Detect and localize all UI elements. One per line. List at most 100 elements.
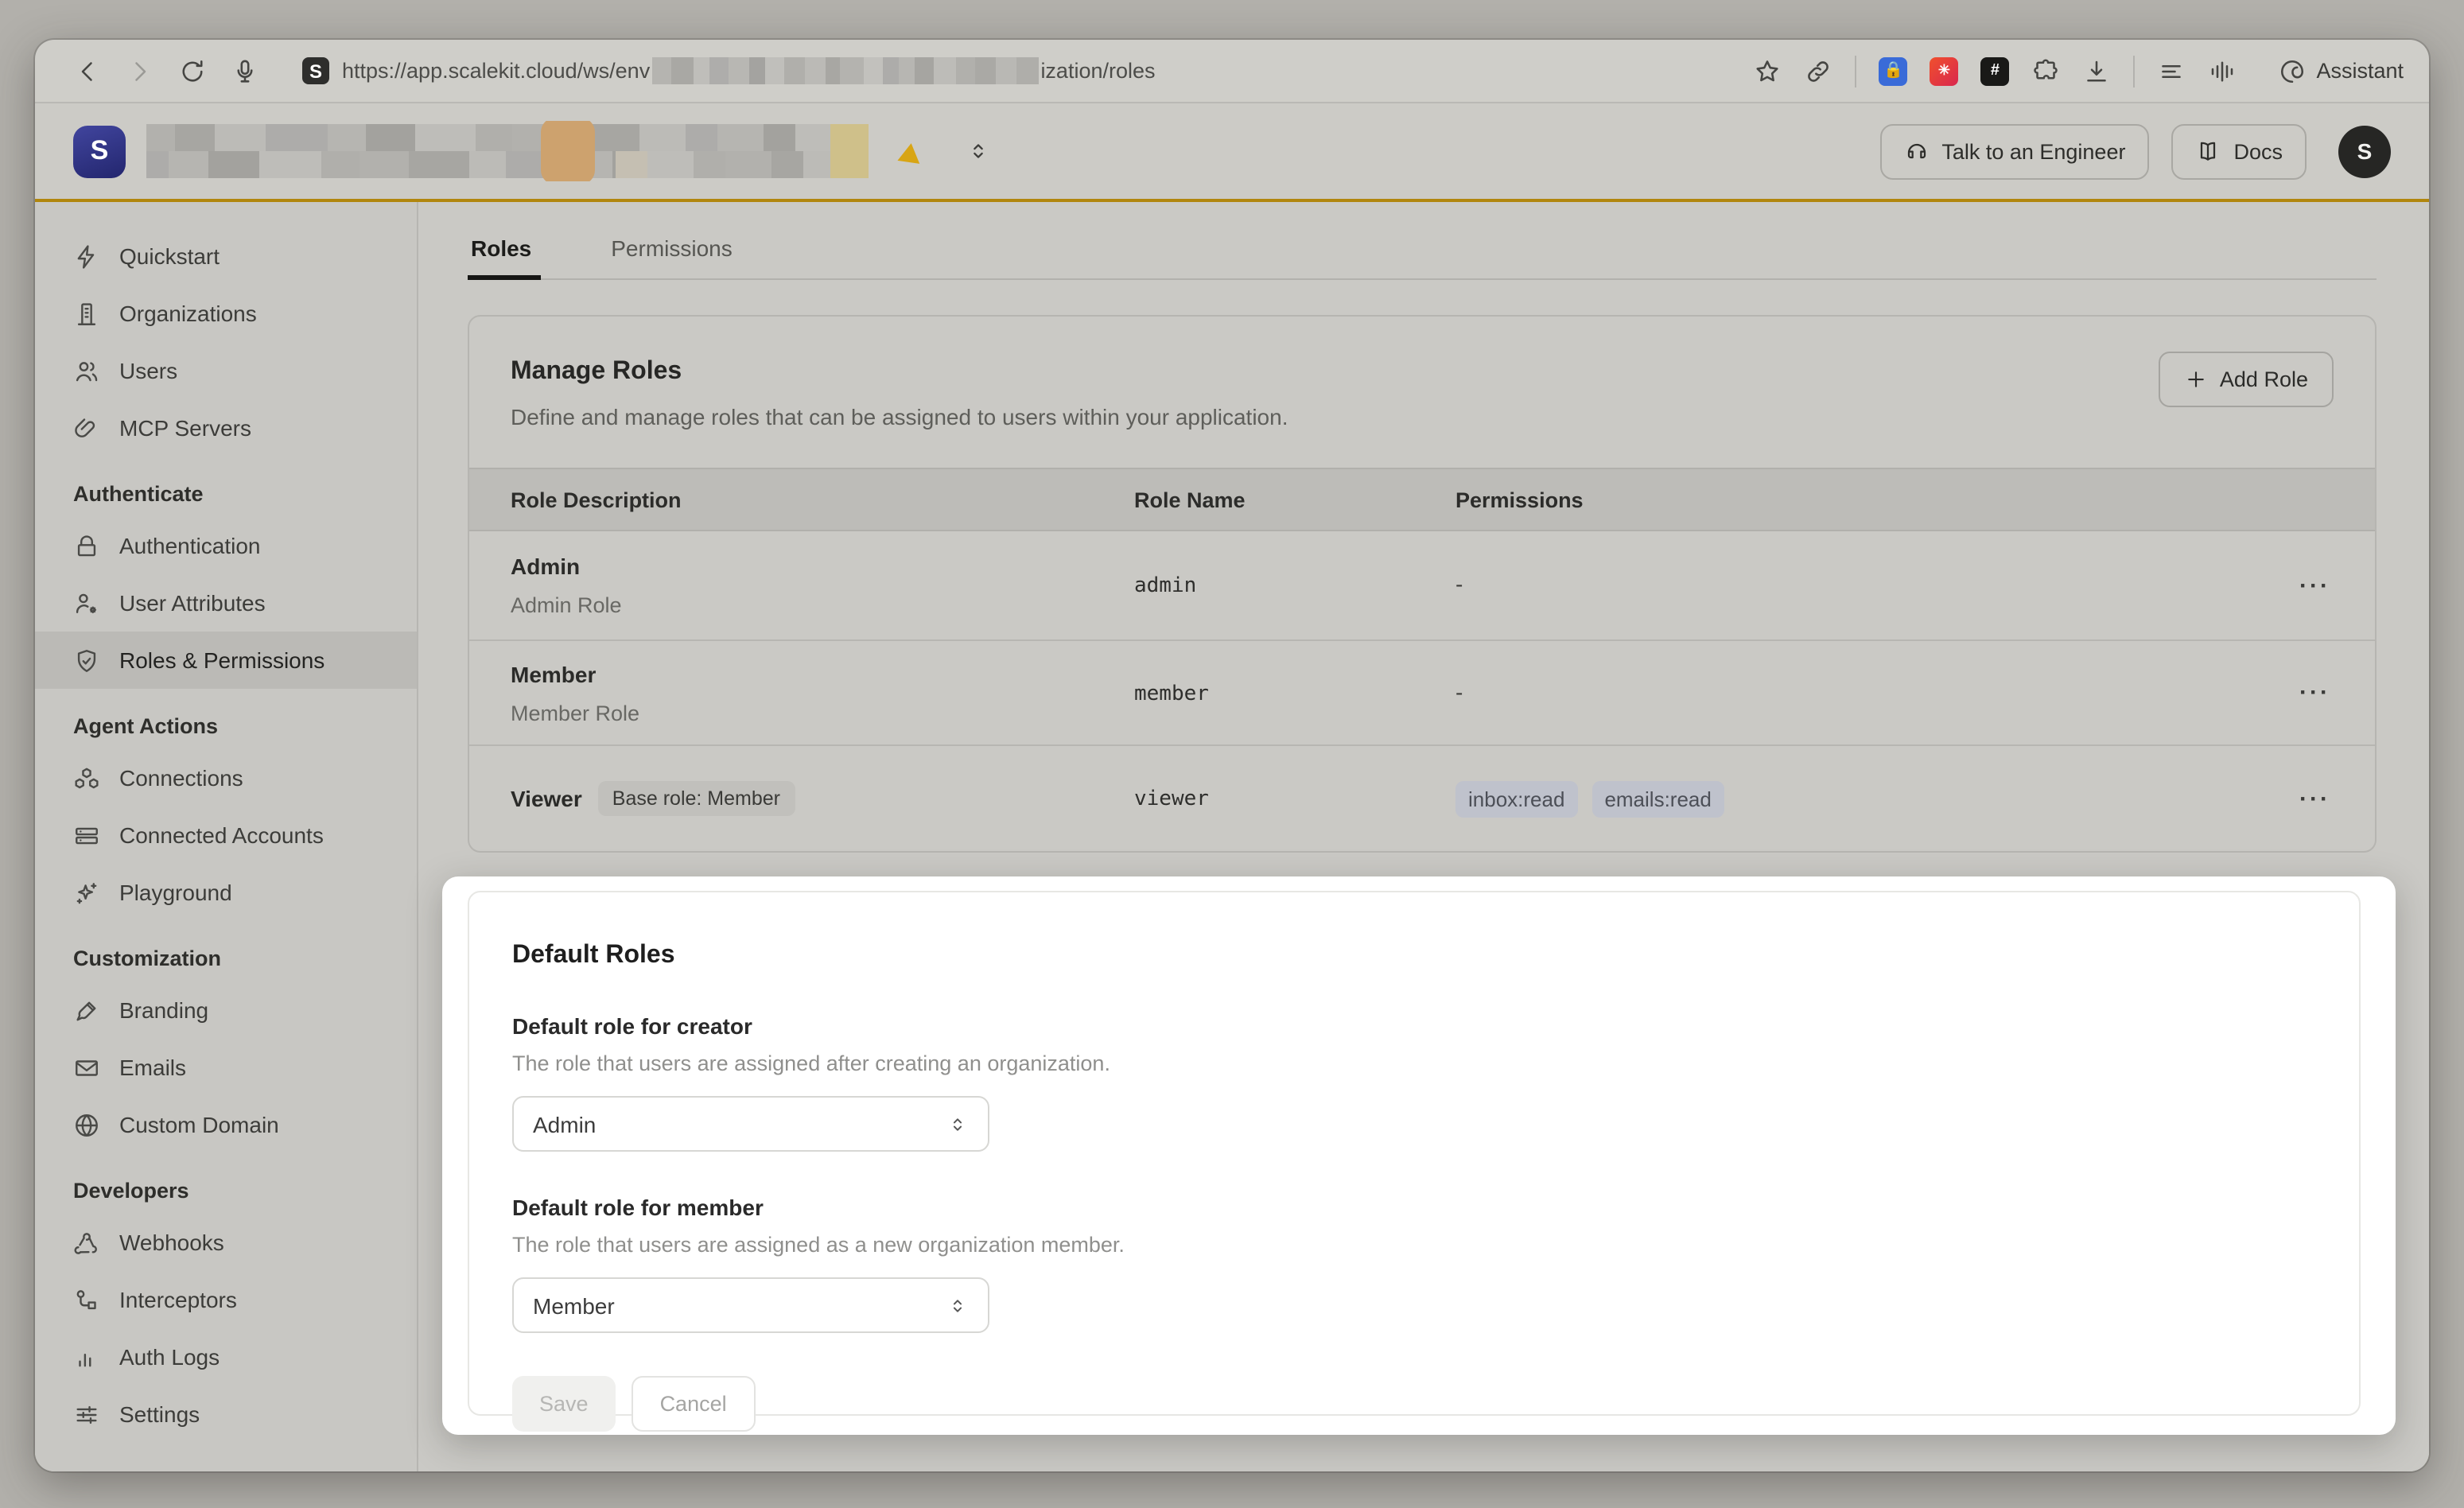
manage-roles-description: Define and manage roles that can be assi… — [511, 404, 2334, 429]
col-role-name: Role Name — [1093, 488, 1414, 511]
role-description: Admin Role — [511, 593, 1093, 617]
role-display-name: Member — [511, 661, 1093, 686]
workspace-name-redacted[interactable] — [146, 121, 950, 181]
sidebar-item-custom-domain[interactable]: Custom Domain — [35, 1096, 417, 1153]
sidebar-item-mcp-servers[interactable]: MCP Servers — [35, 399, 417, 457]
forward-icon[interactable] — [126, 56, 154, 85]
talk-to-engineer-button[interactable]: Talk to an Engineer — [1879, 123, 2149, 179]
headset-icon — [1903, 138, 1929, 164]
sidebar-item-interceptors[interactable]: Interceptors — [35, 1271, 417, 1328]
tab-bar: Roles Permissions — [468, 235, 2377, 280]
assistant-button[interactable]: Assistant — [2256, 56, 2404, 85]
select-unfold-icon — [946, 1294, 969, 1316]
role-slug: member — [1134, 682, 1209, 705]
permission-badges: inbox:reademails:read — [1455, 780, 2273, 817]
bookmark-star-icon[interactable] — [1753, 56, 1782, 85]
connections-icon — [73, 764, 100, 791]
workspace-switcher-chevron-icon[interactable] — [966, 138, 991, 164]
row-menu-button[interactable]: ··· — [2273, 679, 2375, 706]
sidebar-item-roles-permissions[interactable]: Roles & Permissions — [35, 632, 417, 689]
default-roles-spotlight: Default Roles Default role for creator T… — [442, 876, 2396, 1435]
url-prefix: https://app.scalekit.cloud/ws/env — [342, 59, 650, 83]
role-description: Member Role — [511, 701, 1093, 725]
add-role-button[interactable]: Add Role — [2159, 352, 2334, 407]
roles-table-body: AdminAdmin Roleadmin-···MemberMember Rol… — [469, 531, 2375, 851]
sidebar-section-developers: Developers — [35, 1153, 417, 1214]
interceptors-icon — [73, 1286, 100, 1313]
save-button[interactable]: Save — [512, 1376, 616, 1432]
sidebar-item-label: Quickstart — [119, 243, 220, 269]
sidebar-nav: Quickstart Organizations Users MCP Servers A… — [35, 202, 418, 1471]
row-menu-button[interactable]: ··· — [2273, 785, 2375, 812]
launcher-extension-icon[interactable]: ✳ — [1930, 56, 1958, 85]
settings-icon — [73, 1401, 100, 1428]
sidebar-item-quickstart[interactable]: Quickstart — [35, 227, 417, 285]
member-role-value: Member — [533, 1292, 615, 1318]
base-role-badge: Base role: Member — [598, 781, 795, 816]
sidebar-item-label: Authentication — [119, 533, 260, 558]
header-actions: Talk to an Engineer Docs S — [1857, 123, 2391, 179]
back-icon[interactable] — [73, 56, 102, 85]
copy-link-icon[interactable] — [1804, 56, 1832, 85]
assistant-swirl-icon — [2278, 56, 2307, 85]
sidebar-item-authentication[interactable]: Authentication — [35, 517, 417, 574]
sidebar-item-label: Webhooks — [119, 1230, 224, 1255]
sidebar-item-label: Settings — [119, 1401, 200, 1427]
sidebar-item-user-attributes[interactable]: User Attributes — [35, 574, 417, 632]
sidebar-item-label: Playground — [119, 880, 232, 905]
sidebar-item-playground[interactable]: Playground — [35, 864, 417, 921]
docs-button[interactable]: Docs — [2171, 123, 2307, 179]
tab-permissions[interactable]: Permissions — [608, 235, 736, 280]
mcp-servers-icon — [73, 414, 100, 441]
puzzle-extensions-icon[interactable] — [2031, 56, 2060, 85]
reload-icon[interactable] — [178, 56, 207, 85]
users-icon — [73, 357, 100, 384]
sidebar-item-webhooks[interactable]: Webhooks — [35, 1214, 417, 1271]
mic-icon[interactable] — [231, 56, 259, 85]
sidebar-item-label: MCP Servers — [119, 415, 251, 441]
toolbar-right: 🔒 ✳ # Assistant — [1731, 55, 2404, 87]
sidebar-item-connected-accounts[interactable]: Connected Accounts — [35, 806, 417, 864]
default-roles-actions: Save Cancel — [512, 1376, 2314, 1432]
sidebar-section-authenticate: Authenticate — [35, 457, 417, 517]
sidebar-item-users[interactable]: Users — [35, 342, 417, 399]
sidebar-item-settings[interactable]: Settings — [35, 1386, 417, 1443]
toolbar-divider — [2133, 55, 2135, 87]
cancel-button[interactable]: Cancel — [632, 1376, 756, 1432]
address-bar[interactable]: https://app.scalekit.cloud/ws/env izatio… — [342, 57, 1156, 84]
authentication-icon — [73, 532, 100, 559]
permissions-empty: - — [1455, 678, 1463, 704]
workspace-logo[interactable]: S — [73, 125, 126, 177]
row-menu-button[interactable]: ··· — [2273, 572, 2375, 599]
branding-icon — [73, 997, 100, 1024]
sidebar-item-label: Connected Accounts — [119, 822, 324, 848]
plus-icon — [2185, 367, 2209, 391]
role-slug: viewer — [1134, 787, 1209, 811]
password-manager-extension-icon[interactable]: 🔒 — [1879, 56, 1907, 85]
sidebar-item-label: Organizations — [119, 301, 257, 326]
permission-badge: inbox:read — [1455, 780, 1577, 817]
browser-toolbar: S https://app.scalekit.cloud/ws/env izat… — [35, 40, 2429, 103]
reading-list-icon[interactable] — [2157, 56, 2186, 85]
roles-permissions-icon — [73, 647, 100, 674]
creator-role-select[interactable]: Admin — [512, 1096, 989, 1152]
sidebar-item-emails[interactable]: Emails — [35, 1039, 417, 1096]
assistant-label: Assistant — [2316, 59, 2404, 83]
sidebar-item-connections[interactable]: Connections — [35, 749, 417, 806]
user-avatar[interactable]: S — [2338, 125, 2391, 177]
sidebar-item-auth-logs[interactable]: Auth Logs — [35, 1328, 417, 1386]
site-favicon: S — [302, 57, 329, 84]
member-role-help: The role that users are assigned as a ne… — [512, 1233, 2314, 1257]
role-row-member: Member Member Role member - ··· — [469, 641, 2375, 746]
hash-extension-icon[interactable]: # — [1980, 56, 2009, 85]
voice-waveform-icon[interactable] — [2208, 56, 2237, 85]
manage-roles-card: Manage Roles Define and manage roles tha… — [468, 315, 2377, 853]
url-redacted-blur — [651, 57, 1039, 84]
connected-accounts-icon — [73, 822, 100, 849]
downloads-icon[interactable] — [2082, 56, 2111, 85]
sidebar-item-organizations[interactable]: Organizations — [35, 285, 417, 342]
tab-roles[interactable]: Roles — [468, 235, 534, 280]
member-role-select[interactable]: Member — [512, 1277, 989, 1333]
sidebar-item-label: Connections — [119, 765, 243, 791]
sidebar-item-branding[interactable]: Branding — [35, 981, 417, 1039]
